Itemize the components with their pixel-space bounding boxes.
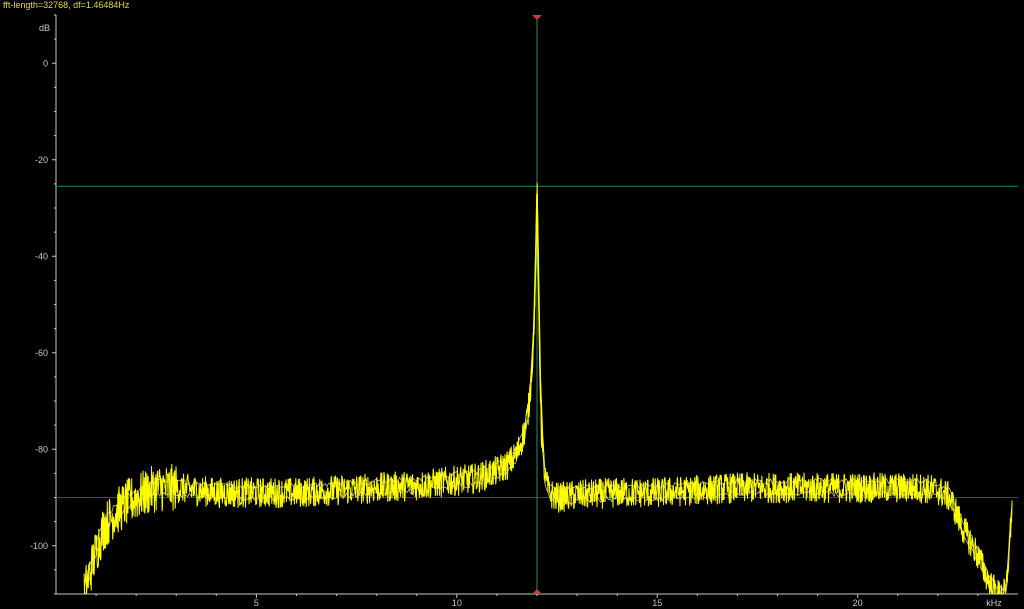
frequency-marker-top-handle [532,15,542,20]
x-tick-label: 15 [652,598,662,608]
y-tick-label: -40 [35,251,48,261]
x-tick-label: 10 [452,598,462,608]
spectrum-envelope-trace [84,208,1013,595]
x-tick-label: 20 [853,598,863,608]
spectrum-envelope-trace [83,195,1013,592]
x-axis-label: kHz [986,598,1002,608]
y-tick-label: 0 [43,58,48,68]
x-axis: 5 10 15 20 kHz [56,593,1018,608]
cursor-markers [56,15,1018,594]
y-tick-label: -20 [35,155,48,165]
y-tick-label: -100 [30,541,48,551]
y-axis-label: dB [39,23,50,33]
frequency-marker-bottom-handle [532,589,542,594]
fft-info-label: fft-length=32768, df=1.46484Hz [3,0,130,10]
spectrum-trace [83,182,1013,595]
y-tick-label: -80 [35,444,48,454]
spectrum-chart: 0 -20 -40 -60 -80 -100 dB 5 10 15 20 kHz [30,14,1018,608]
x-tick-label: 5 [254,598,259,608]
y-axis: 0 -20 -40 -60 -80 -100 dB [30,14,57,595]
y-tick-label: -60 [35,348,48,358]
spectrum-traces [83,182,1013,595]
